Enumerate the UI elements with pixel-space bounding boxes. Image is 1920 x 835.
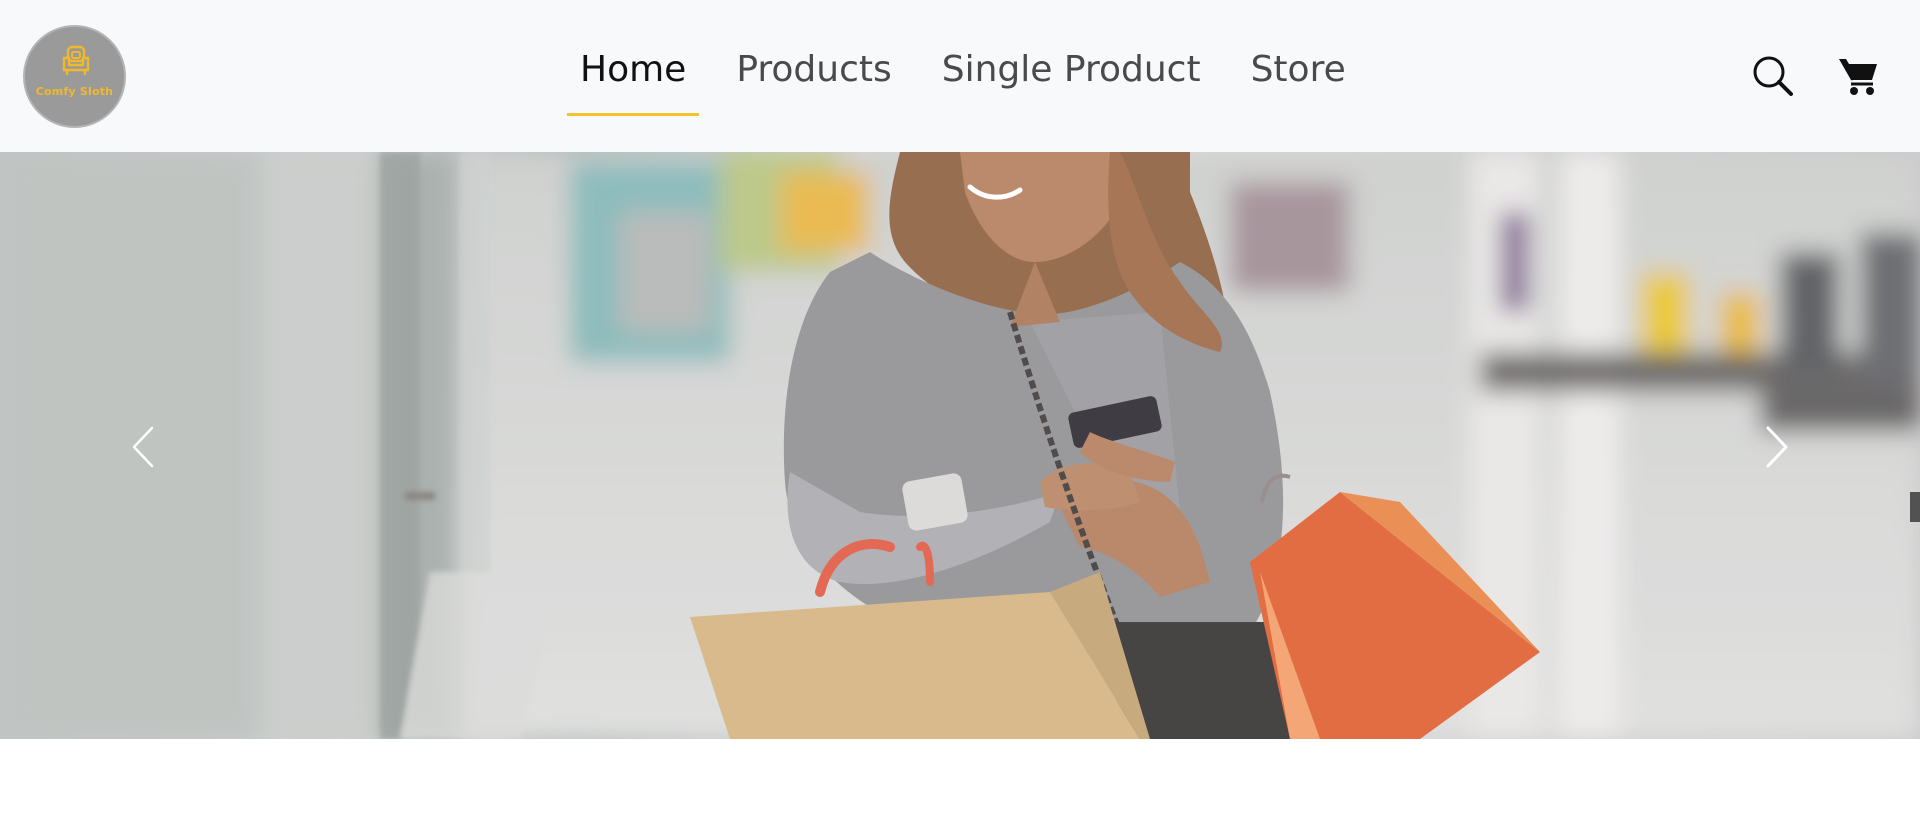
- navbar: Comfy Sloth Home Products Single Product…: [0, 0, 1920, 152]
- hero-carousel: [0, 152, 1920, 739]
- search-icon: [1753, 56, 1793, 96]
- nav-link-store[interactable]: Store: [1238, 44, 1359, 116]
- logo-text: Comfy Sloth: [35, 85, 114, 98]
- armchair-icon: [62, 45, 90, 75]
- carousel-next-button[interactable]: [1756, 422, 1796, 472]
- brand-logo[interactable]: Comfy Sloth: [23, 25, 126, 128]
- search-button[interactable]: [1751, 54, 1795, 98]
- cart-button[interactable]: [1837, 54, 1881, 98]
- hero-overlay: [0, 152, 1920, 739]
- chevron-right-icon: [1766, 426, 1788, 468]
- nav-link-home[interactable]: Home: [567, 44, 700, 116]
- chevron-left-icon: [132, 426, 154, 468]
- nav-link-single-product[interactable]: Single Product: [929, 44, 1214, 116]
- carousel-prev-button[interactable]: [124, 422, 164, 472]
- main-nav: Home Products Single Product Store: [567, 44, 1383, 116]
- nav-link-products[interactable]: Products: [723, 44, 904, 116]
- cart-icon: [1839, 59, 1877, 95]
